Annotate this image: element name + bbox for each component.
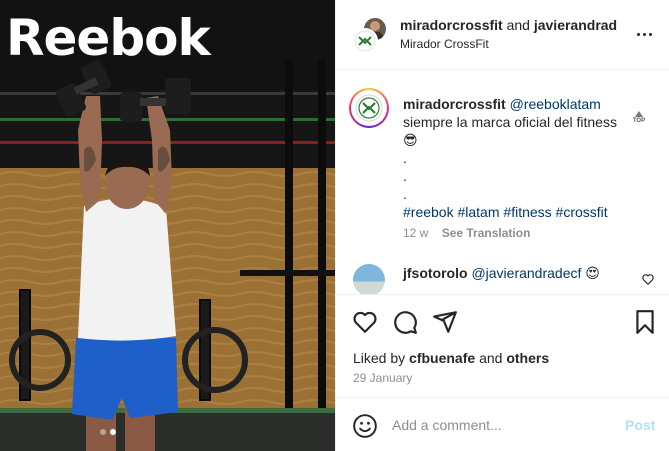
- header-coauthor-link[interactable]: javierandrad: [534, 17, 617, 33]
- post-button[interactable]: Post: [625, 417, 655, 433]
- caption-dot-line: .: [403, 150, 407, 166]
- comment-icon[interactable]: [392, 309, 418, 335]
- liked-user-link[interactable]: cfbuenafe: [409, 350, 475, 366]
- liked-by: Liked by cfbuenafe and others: [353, 350, 549, 366]
- comment-emoji: 😍: [585, 265, 600, 281]
- comment-text: jfsotorolo @javierandradecf 😍: [403, 265, 600, 282]
- bookmark-icon[interactable]: [632, 309, 658, 335]
- caption-emoji: 😎: [403, 132, 418, 148]
- crossfit-logo-icon: [355, 94, 383, 122]
- commenter-username-link[interactable]: jfsotorolo: [403, 265, 468, 281]
- post-age: 12 w: [403, 226, 429, 240]
- avatar-stack[interactable]: [350, 16, 388, 54]
- ellipsis-icon[interactable]: [634, 24, 654, 44]
- commenter-avatar[interactable]: [353, 264, 385, 296]
- location-link[interactable]: Mirador CrossFit: [400, 37, 489, 51]
- header-conjunction: and: [506, 17, 530, 33]
- hashtag-link[interactable]: #fitness: [503, 204, 551, 220]
- caption-text: siempre la marca oficial del fitness: [403, 114, 617, 130]
- post-header: miradorcrossfit and javierandrad Mirador…: [336, 0, 669, 70]
- caption-dot-line: .: [403, 186, 407, 202]
- header-usernames: miradorcrossfit and javierandrad: [400, 17, 617, 33]
- crossfit-logo-icon: [354, 30, 376, 52]
- caption-hashtags: #reebok #latam #fitness #crossfit: [403, 203, 655, 221]
- caption-dot-line: .: [403, 168, 407, 184]
- share-icon[interactable]: [432, 309, 458, 335]
- miradorcrossfit-avatar[interactable]: [352, 28, 378, 54]
- post-actions: Liked by cfbuenafe and others 29 January: [336, 294, 669, 394]
- caption-meta: 12 w See Translation: [403, 226, 530, 240]
- liked-others-link[interactable]: others: [506, 350, 549, 366]
- carousel-dot: [100, 429, 106, 435]
- carousel-indicator: [100, 429, 116, 435]
- see-translation-button[interactable]: See Translation: [442, 226, 531, 240]
- post-date[interactable]: 29 January: [353, 371, 412, 385]
- post-sidebar: miradorcrossfit and javierandrad Mirador…: [335, 0, 669, 451]
- carousel-dot-active: [110, 429, 116, 435]
- caption-username-link[interactable]: miradorcrossfit: [403, 96, 506, 112]
- hashtag-link[interactable]: #latam: [457, 204, 499, 220]
- comment-row: jfsotorolo @javierandradecf 😍: [336, 262, 669, 296]
- reebok-logo: Reebok: [6, 9, 211, 67]
- liked-prefix: Liked by: [353, 350, 406, 366]
- add-comment-bar: Post: [336, 397, 669, 451]
- comment-like-heart-icon[interactable]: [641, 272, 655, 286]
- emoji-icon[interactable]: [352, 413, 378, 439]
- post-photo[interactable]: Reebok: [0, 0, 335, 451]
- comment-mention-link[interactable]: @javierandradecf: [471, 265, 581, 281]
- hashtag-link[interactable]: #reebok: [403, 204, 454, 220]
- comment-input[interactable]: [392, 412, 612, 438]
- caption-body: miradorcrossfit @reeboklatam siempre la …: [403, 95, 655, 221]
- hashtag-link[interactable]: #crossfit: [556, 204, 608, 220]
- caption-mention-link[interactable]: @reeboklatam: [510, 96, 601, 112]
- header-username-link[interactable]: miradorcrossfit: [400, 17, 503, 33]
- heart-icon[interactable]: [352, 309, 378, 335]
- liked-and: and: [479, 350, 503, 366]
- story-ring-avatar[interactable]: [349, 88, 389, 128]
